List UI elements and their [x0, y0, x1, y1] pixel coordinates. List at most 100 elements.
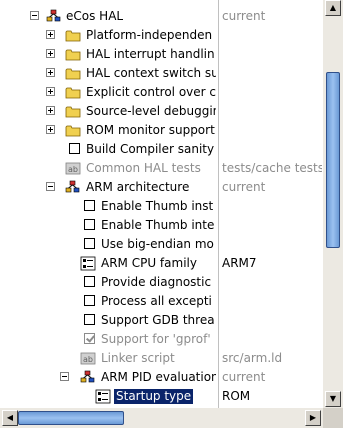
- scrollbar-corner: [323, 408, 343, 428]
- text-option-icon: ab: [65, 162, 81, 175]
- tree-row-label: Process all excepti: [101, 294, 212, 308]
- folder-icon: [65, 87, 81, 99]
- tree-row-value[interactable]: [222, 313, 322, 328]
- tree-row-process-all-exceptions[interactable]: Process all excepti: [0, 292, 323, 311]
- svg-text:ab: ab: [68, 165, 78, 174]
- expand-icon[interactable]: [46, 30, 55, 39]
- package-icon: [80, 370, 95, 383]
- tree-row-label: HAL context switch su: [86, 66, 216, 80]
- option-icon: [95, 389, 111, 404]
- tree-row-enable-thumb-inst[interactable]: Enable Thumb inst: [0, 197, 323, 216]
- big-endian-checkbox[interactable]: [84, 238, 95, 249]
- expand-icon[interactable]: [46, 68, 55, 77]
- tree-row-label: ARM CPU family: [101, 256, 197, 270]
- support-gdb-threads-checkbox[interactable]: [84, 314, 95, 325]
- tree-row-label: Provide diagnostic: [101, 275, 212, 289]
- expand-icon[interactable]: [46, 125, 55, 134]
- tree-row-big-endian[interactable]: Use big-endian mo: [0, 235, 323, 254]
- tree-row-build-compiler-sanity[interactable]: Build Compiler sanity: [0, 140, 323, 159]
- tree-row-platform-independent[interactable]: Platform-independen: [0, 26, 323, 45]
- option-icon: [80, 256, 96, 271]
- tree-row-support-gprof[interactable]: Support for 'gprof': [0, 330, 323, 349]
- tree-row-label: Source-level debuggin: [86, 104, 216, 118]
- tree-row-arm-architecture[interactable]: ARM architecture current: [0, 178, 323, 197]
- tree-row-value[interactable]: ARM7: [222, 256, 322, 271]
- tree-row-label: Common HAL tests: [86, 161, 201, 175]
- tree-row-value[interactable]: current: [222, 9, 322, 24]
- scroll-left-button[interactable]: ◀: [2, 410, 18, 426]
- text-option-icon: ab: [80, 352, 96, 365]
- scroll-down-button[interactable]: ▼: [325, 391, 341, 407]
- tree-row-label: Linker script: [101, 351, 175, 365]
- tree-row-value[interactable]: [222, 104, 322, 119]
- package-icon: [65, 180, 80, 193]
- tree-row-value[interactable]: [222, 275, 322, 290]
- support-gprof-checkbox[interactable]: [84, 333, 95, 344]
- folder-icon: [65, 125, 81, 137]
- tree-row-ecos-hal[interactable]: eCos HAL current: [0, 7, 323, 26]
- tree-row-startup-type[interactable]: Startup type ROM: [0, 387, 323, 406]
- tree-row-value[interactable]: [222, 47, 322, 62]
- tree-row-label: Use big-endian mo: [101, 237, 214, 251]
- tree-row-label: Platform-independen: [86, 28, 213, 42]
- tree-row-value[interactable]: tests/cache tests: [222, 161, 322, 176]
- tree-row-support-gdb-threads[interactable]: Support GDB threa: [0, 311, 323, 330]
- tree-row-value[interactable]: [222, 123, 322, 138]
- tree-row-label: eCos HAL: [66, 9, 124, 23]
- tree-row-value[interactable]: [222, 85, 322, 100]
- tree-row-hal-context-switch[interactable]: HAL context switch su: [0, 64, 323, 83]
- tree-row-value[interactable]: src/arm.ld: [222, 351, 322, 366]
- tree-row-explicit-control[interactable]: Explicit control over c: [0, 83, 323, 102]
- tree-row-label: Support GDB threa: [101, 313, 215, 327]
- config-tree[interactable]: eCos HAL current Platform-independen HAL…: [0, 0, 323, 408]
- expand-icon[interactable]: [46, 49, 55, 58]
- expand-icon[interactable]: [46, 106, 55, 115]
- enable-thumb-inte-checkbox[interactable]: [84, 219, 95, 230]
- tree-row-value[interactable]: ROM: [222, 389, 322, 404]
- tree-row-arm-pid-evaluation[interactable]: ARM PID evaluation current: [0, 368, 323, 387]
- tree-row-source-level-debugging[interactable]: Source-level debuggin: [0, 102, 323, 121]
- tree-row-arm-cpu-family[interactable]: ARM CPU family ARM7: [0, 254, 323, 273]
- tree-row-label: HAL interrupt handlin: [86, 47, 215, 61]
- build-compiler-sanity-checkbox[interactable]: [69, 143, 80, 154]
- tree-row-value[interactable]: current: [222, 180, 322, 195]
- enable-thumb-inst-checkbox[interactable]: [84, 200, 95, 211]
- process-all-exceptions-checkbox[interactable]: [84, 295, 95, 306]
- tree-row-common-hal-tests[interactable]: ab Common HAL tests tests/cache tests: [0, 159, 323, 178]
- provide-diagnostic-checkbox[interactable]: [84, 276, 95, 287]
- tree-row-label: Enable Thumb inte: [101, 218, 215, 232]
- tree-row-value[interactable]: [222, 142, 322, 157]
- tree-row-label: Startup type: [114, 389, 194, 404]
- tree-row-label: ROM monitor support: [86, 123, 215, 137]
- tree-row-value[interactable]: current: [222, 370, 322, 385]
- package-icon: [46, 9, 61, 22]
- folder-icon: [65, 68, 81, 80]
- tree-row-provide-diagnostic[interactable]: Provide diagnostic: [0, 273, 323, 292]
- tree-row-value[interactable]: [222, 218, 322, 233]
- tree-row-enable-thumb-inte[interactable]: Enable Thumb inte: [0, 216, 323, 235]
- tree-row-value[interactable]: [222, 294, 322, 309]
- tree-row-label: Build Compiler sanity: [86, 142, 215, 156]
- tree-row-value[interactable]: [222, 332, 322, 347]
- expand-icon[interactable]: [46, 87, 55, 96]
- tree-row-value[interactable]: [222, 199, 322, 214]
- tree-row-label: ARM architecture: [86, 180, 190, 194]
- scroll-right-button[interactable]: ▶: [305, 410, 321, 426]
- tree-row-value[interactable]: [222, 66, 322, 81]
- collapse-icon[interactable]: [30, 11, 39, 20]
- tree-row-value[interactable]: [222, 28, 322, 43]
- tree-row-linker-script[interactable]: ab Linker script src/arm.ld: [0, 349, 323, 368]
- horizontal-scroll-thumb[interactable]: [18, 411, 124, 425]
- folder-icon: [65, 106, 81, 118]
- tree-row-label: Enable Thumb inst: [101, 199, 214, 213]
- tree-row-hal-interrupt[interactable]: HAL interrupt handlin: [0, 45, 323, 64]
- folder-icon: [65, 49, 81, 61]
- tree-row-rom-monitor-support[interactable]: ROM monitor support: [0, 121, 323, 140]
- scroll-up-button[interactable]: ▲: [325, 0, 341, 16]
- collapse-icon[interactable]: [60, 372, 69, 381]
- collapse-icon[interactable]: [46, 182, 55, 191]
- vertical-scroll-thumb[interactable]: [326, 72, 340, 248]
- tree-row-value[interactable]: [222, 237, 322, 252]
- tree-row-label: Explicit control over c: [86, 85, 216, 99]
- folder-icon: [65, 30, 81, 42]
